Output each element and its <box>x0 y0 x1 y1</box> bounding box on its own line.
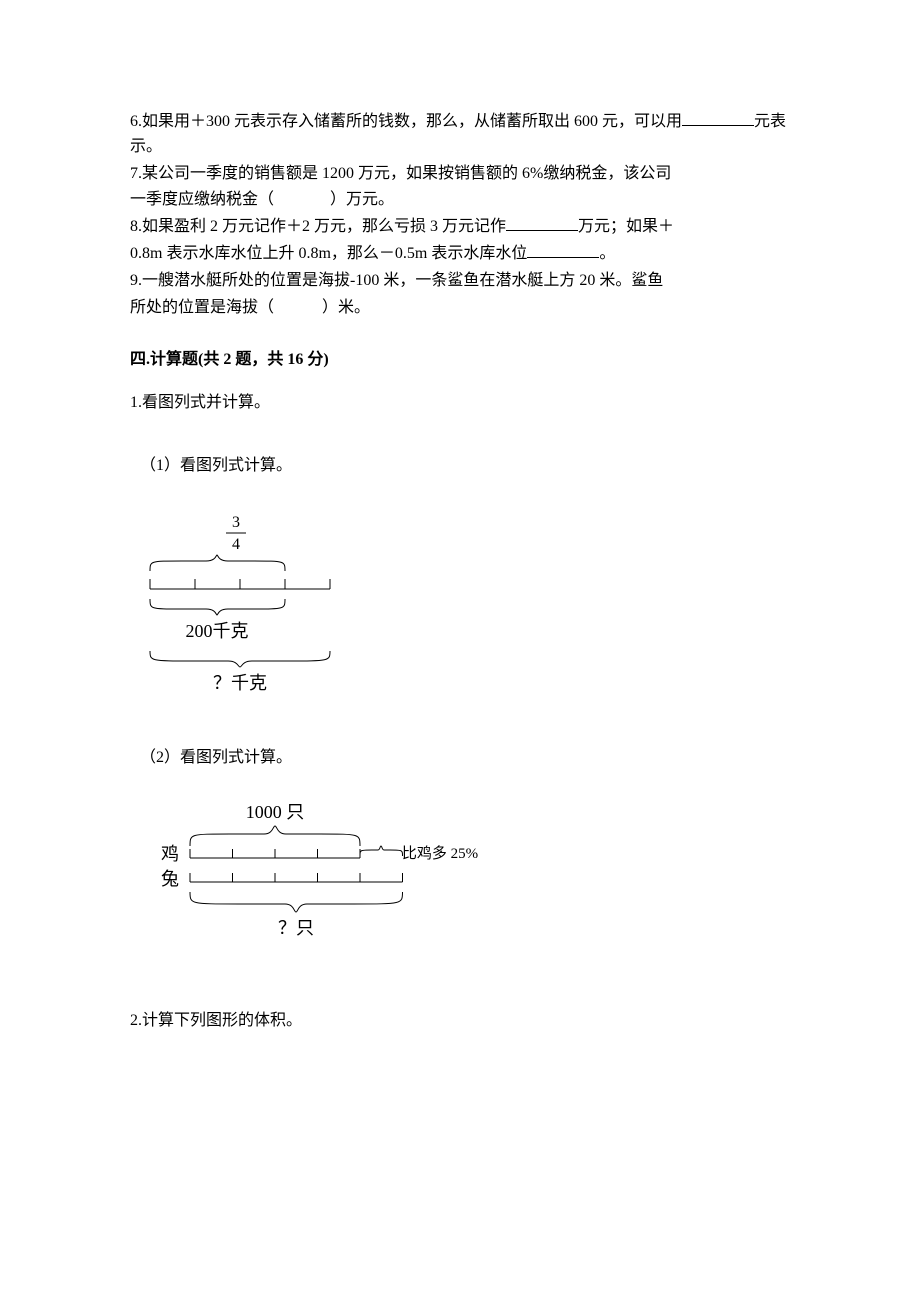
fill-blank[interactable] <box>506 230 578 231</box>
question-8-line2: 0.8m 表示水库水位上升 0.8m，那么－0.5m 表示水库水位 。 <box>130 242 790 267</box>
section-4-title: 四.计算题(共 2 题，共 16 分) <box>130 348 790 373</box>
top-label: 1000 只 <box>246 802 305 822</box>
question-9-line1: 9.一艘潜水艇所处的位置是海拔-100 米，一条鲨鱼在潜水艇上方 20 米。鲨鱼 <box>130 269 790 294</box>
section4-q2: 2.计算下列图形的体积。 <box>130 1009 790 1034</box>
diagram-1: 3 4 200千克 ？千克 <box>140 509 380 708</box>
question-7-line1: 7.某公司一季度的销售额是 1200 万元，如果按销售额的 6%缴纳税金，该公司 <box>130 162 790 187</box>
section4-q1: 1.看图列式并计算。 <box>130 391 790 416</box>
bottom-label: ？千克 <box>213 673 267 693</box>
fill-blank[interactable] <box>682 125 754 126</box>
rabbit-label: 兔 <box>161 869 179 889</box>
diagram-2: 1000 只 鸡 兔 比鸡多 25% <box>140 800 480 969</box>
question-8-line1: 8.如果盈利 2 万元记作＋2 万元，那么亏损 3 万元记作 万元；如果＋ <box>130 215 790 240</box>
fill-blank[interactable] <box>527 257 599 258</box>
chicken-label: 鸡 <box>161 844 179 864</box>
text: 万元；如果＋ <box>578 218 674 235</box>
text: 6.如果用＋300 元表示存入储蓄所的钱数，那么，从储蓄所取出 600 元，可以… <box>130 113 682 130</box>
text: ）米。 <box>322 299 370 316</box>
question-6: 6.如果用＋300 元表示存入储蓄所的钱数，那么，从储蓄所取出 600 元，可以… <box>130 110 790 160</box>
text: 8.如果盈利 2 万元记作＋2 万元，那么亏损 3 万元记作 <box>130 218 506 235</box>
text: 一季度应缴纳税金（ <box>130 191 274 208</box>
question-9-line2: 所处的位置是海拔（ ）米。 <box>130 296 790 321</box>
fill-blank[interactable] <box>274 188 330 213</box>
text: 0.8m 表示水库水位上升 0.8m，那么－0.5m 表示水库水位 <box>130 245 527 262</box>
fraction-denominator: 4 <box>232 536 240 553</box>
extra-label: 比鸡多 25% <box>402 845 478 862</box>
text: 。 <box>599 245 615 262</box>
section4-q1-sub2: （2）看图列式计算。 <box>140 746 790 771</box>
section4-q1-sub1: （1）看图列式计算。 <box>140 454 790 479</box>
bottom-label: ？只 <box>278 918 314 938</box>
text: 所处的位置是海拔（ <box>130 299 274 316</box>
mid-label: 200千克 <box>186 621 249 641</box>
fraction-numerator: 3 <box>232 514 240 531</box>
text: ）万元。 <box>330 191 394 208</box>
document-page: 6.如果用＋300 元表示存入储蓄所的钱数，那么，从储蓄所取出 600 元，可以… <box>0 0 920 1112</box>
question-7-line2: 一季度应缴纳税金（ ）万元。 <box>130 188 790 213</box>
